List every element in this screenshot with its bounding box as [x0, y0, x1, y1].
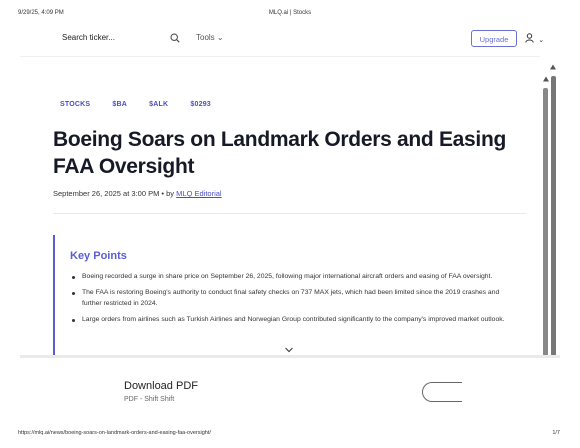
article-date: September 26, 2025 at 3:00 PM [53, 189, 160, 198]
user-menu[interactable]: ⌄ [525, 33, 545, 45]
author-link[interactable]: MLQ Editorial [176, 189, 221, 198]
download-pdf-title: Download PDF [124, 380, 198, 392]
search-input[interactable]: Search ticker... [62, 33, 115, 42]
print-header: 9/29/25, 4:09 PM MLQ.ai | Stocks [0, 10, 580, 20]
tools-label: Tools [196, 33, 215, 42]
article-title: Boeing Soars on Landmark Orders and Easi… [53, 128, 507, 178]
scroll-up-icon[interactable] [543, 76, 549, 82]
tools-menu[interactable]: Tools ⌄ [196, 33, 224, 42]
list-item: Boeing recorded a surge in share price o… [70, 271, 515, 282]
tag-stocks[interactable]: STOCKS [60, 101, 90, 108]
chevron-down-icon: ⌄ [538, 37, 545, 44]
page-number: 1/7 [552, 430, 560, 436]
key-points-title: Key Points [70, 250, 127, 262]
navbar: Search ticker... Tools ⌄ Upgrade ⌄ [0, 28, 580, 52]
tag-alk[interactable]: $ALK [149, 101, 168, 108]
print-url: https://mlq.ai/news/boeing-soars-on-land… [18, 430, 211, 436]
print-title: MLQ.ai | Stocks [268, 10, 312, 16]
scrollbar-thumb[interactable] [551, 76, 556, 356]
tag-list: STOCKS $BA $ALK $0293 [60, 101, 231, 108]
key-points-box: Key Points Boeing recorded a surge in sh… [53, 235, 535, 355]
search-icon[interactable] [170, 33, 180, 43]
print-footer: https://mlq.ai/news/boeing-soars-on-land… [0, 430, 580, 440]
tag-ba[interactable]: $BA [112, 101, 127, 108]
tag-0293[interactable]: $0293 [190, 101, 210, 108]
key-points-list: Boeing recorded a surge in share price o… [70, 271, 515, 330]
download-pdf-button[interactable] [422, 382, 462, 402]
scrollbar-thumb[interactable] [543, 88, 548, 356]
article: STOCKS $BA $ALK $0293 Boeing Soars on La… [20, 56, 540, 357]
download-pdf-bar: Download PDF PDF - Shift Shift [0, 358, 462, 413]
scroll-up-icon[interactable] [550, 64, 556, 70]
article-meta: September 26, 2025 at 3:00 PM • by MLQ E… [53, 189, 222, 198]
list-item: The FAA is restoring Boeing's authority … [70, 287, 515, 309]
chevron-down-icon: ⌄ [216, 33, 224, 42]
upgrade-button[interactable]: Upgrade [471, 30, 517, 47]
download-pdf-subtitle: PDF - Shift Shift [124, 396, 175, 403]
divider [53, 213, 526, 214]
byline-prefix: • by [161, 189, 175, 198]
list-item: Large orders from airlines such as Turki… [70, 314, 515, 325]
user-icon [525, 33, 534, 43]
expand-chevron-icon[interactable] [284, 346, 294, 354]
